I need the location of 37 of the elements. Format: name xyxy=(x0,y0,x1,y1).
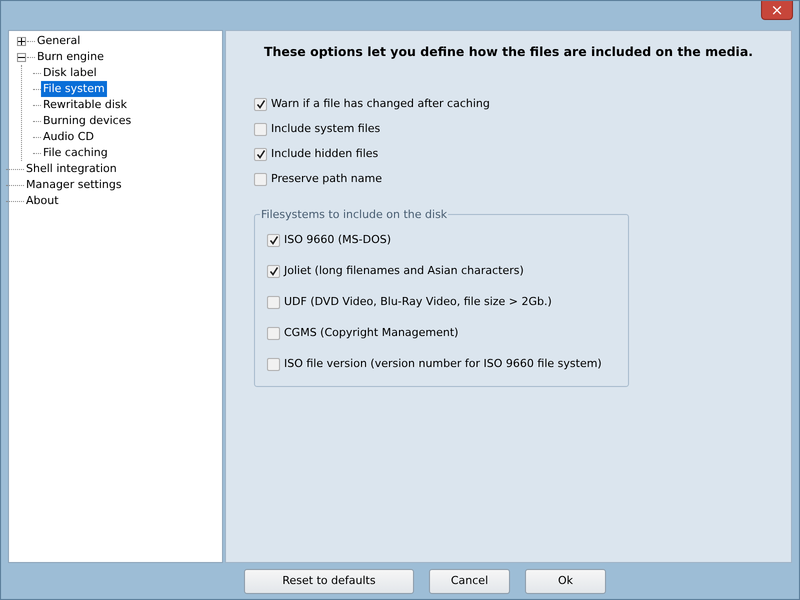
collapse-icon[interactable] xyxy=(17,52,26,62)
tree-item[interactable]: Shell integration xyxy=(24,160,119,178)
checkbox-label[interactable]: Include hidden files xyxy=(271,146,378,162)
heading: These options let you define how the files are included on the media. xyxy=(262,43,754,61)
dialog-button[interactable]: Ok xyxy=(525,569,606,594)
tree-item[interactable]: Manager settings xyxy=(24,176,124,194)
checkbox[interactable] xyxy=(267,358,280,371)
tree-item[interactable]: Disk label xyxy=(41,64,99,82)
checkbox-label[interactable]: ISO file version (version number for ISO 9660 file system) xyxy=(284,356,602,372)
checkbox[interactable] xyxy=(267,296,280,309)
checkbox[interactable] xyxy=(254,148,267,161)
reset-button[interactable]: Reset to defaults xyxy=(244,569,414,594)
checkbox[interactable] xyxy=(267,264,280,278)
checkbox-label[interactable]: Warn if a file has changed after caching xyxy=(271,96,490,112)
tree-item[interactable]: Audio CD xyxy=(41,128,96,146)
expand-icon[interactable] xyxy=(17,36,26,46)
checkbox-label[interactable]: ISO 9660 (MS-DOS) xyxy=(284,232,392,248)
tree-item[interactable]: About xyxy=(24,192,61,210)
tree-item[interactable]: Rewritable disk xyxy=(41,96,129,114)
tree-item[interactable]: Burning devices xyxy=(41,112,134,130)
checkbox[interactable] xyxy=(254,172,267,186)
tree-item[interactable]: File system xyxy=(41,80,107,98)
checkbox-label[interactable]: UDF (DVD Video, Blu-Ray Video, file size > 2Gb.) xyxy=(284,294,552,310)
checkbox[interactable] xyxy=(267,326,280,340)
group-label: Filesystems to include on the disk xyxy=(260,206,448,224)
checkbox[interactable] xyxy=(267,234,280,247)
checkbox[interactable] xyxy=(254,122,267,136)
dialog-button[interactable]: Cancel xyxy=(429,569,510,594)
tree-item[interactable]: Burn engine xyxy=(35,48,106,66)
checkbox-label[interactable]: Preserve path name xyxy=(271,171,382,188)
close-button[interactable]: × xyxy=(761,1,793,20)
checkbox[interactable] xyxy=(254,98,267,111)
checkbox-label[interactable]: Joliet (long filenames and Asian characters) xyxy=(284,263,524,280)
checkbox-label[interactable]: Include system files xyxy=(271,121,380,138)
checkbox-label[interactable]: CGMS (Copyright Management) xyxy=(284,325,458,342)
tree-item[interactable]: File caching xyxy=(41,144,110,162)
tree-item[interactable]: General xyxy=(35,32,82,50)
